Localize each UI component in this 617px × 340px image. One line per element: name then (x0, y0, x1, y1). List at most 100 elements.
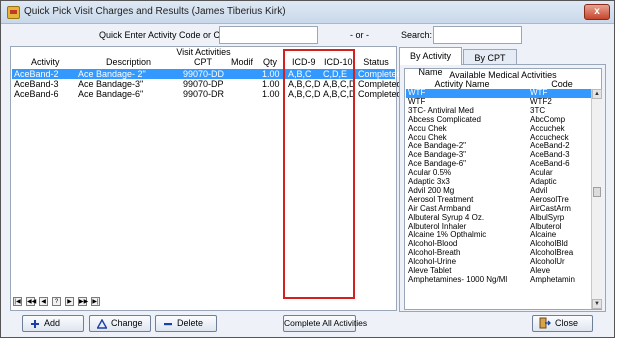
cell-cpt: 99070-DD (183, 69, 225, 79)
activity-list-panel: Available Medical Activities Activity Na… (399, 64, 606, 312)
cell-activity: AceBand-3 (14, 79, 59, 89)
activity-name: Aleve Tablet (408, 267, 452, 275)
quick-enter-label: Quick Enter Activity Code or CPT: (99, 30, 234, 40)
activity-list-scrollbar[interactable]: ▲ ▼ (591, 89, 602, 309)
activity-code: AbcComp (530, 115, 566, 124)
activity-code: Amphetamin (530, 275, 575, 284)
icd-columns-highlight (283, 49, 355, 299)
visit-grid-pager: |◀ ◀◀ ◀ ? ▶ ▶▶ ▶| (13, 297, 108, 307)
close-button[interactable]: Close (532, 315, 593, 332)
activity-code: AceBand-6 (530, 160, 570, 169)
activity-name: Ace Bandage-3" (408, 151, 466, 160)
scroll-down-arrow-icon[interactable]: ▼ (592, 299, 602, 309)
activity-name: Advil 200 Mg (408, 186, 455, 195)
activity-name: Ace Bandage-2" (408, 142, 466, 151)
list-item[interactable]: Albuterol Inhaler Albuterol (406, 223, 594, 232)
pager-next-page-button[interactable]: ▶▶ (78, 297, 88, 306)
activity-code: Accuchek (530, 124, 565, 133)
pager-last-button[interactable]: ▶| (91, 297, 100, 306)
activity-name: Albuterol Inhaler (408, 222, 467, 231)
scroll-up-arrow-icon[interactable]: ▲ (592, 89, 602, 99)
activity-code: Adaptic (530, 178, 557, 186)
cell-status: Completed (358, 69, 402, 79)
activity-code: AceBand-2 (530, 142, 570, 151)
list-item[interactable]: Accu Chek Accucheck (406, 134, 594, 143)
list-item[interactable]: Advil 200 Mg Advil (406, 187, 594, 196)
list-item[interactable]: Adaptic 3x3 Adaptic (406, 178, 594, 187)
activity-name: WTF (408, 89, 426, 97)
activity-name: 3TC- Antiviral Med (408, 106, 474, 115)
delete-button[interactable]: Delete (155, 315, 217, 332)
cell-qty: 1.00 (262, 79, 280, 89)
activity-name: Air Cast Armband (408, 204, 471, 213)
col-header-cpt[interactable]: CPT (194, 57, 212, 68)
pager-next-button[interactable]: ▶ (65, 297, 74, 306)
list-item[interactable]: Air Cast Armband AirCastArm (406, 205, 594, 214)
activity-code: AlbulSyrp (530, 213, 565, 222)
activity-name: Accu Chek (408, 124, 447, 133)
col-header-description[interactable]: Description (106, 57, 151, 68)
cell-description: Ace Bandage-6" (78, 89, 144, 99)
pager-first-button[interactable]: |◀ (13, 297, 22, 306)
pager-prev-button[interactable]: ◀ (39, 297, 48, 306)
medical-activities-list[interactable]: Available Medical Activities Activity Na… (404, 68, 602, 310)
cell-description: Ace Bandage- 2" (78, 69, 146, 79)
scroll-thumb[interactable] (593, 187, 601, 197)
quick-enter-input[interactable] (219, 26, 318, 44)
list-item[interactable]: Accu Chek Accuchek (406, 125, 594, 134)
list-item[interactable]: Alcohol-Breath AlcoholBrea (406, 249, 594, 258)
list-item[interactable]: Aleve Tablet Aleve (406, 267, 594, 276)
or-label: - or - (350, 30, 369, 40)
list-item[interactable]: Ace Bandage-6" AceBand-6 (406, 160, 594, 169)
list-item[interactable]: Alcohol-Urine AlcoholUr (406, 258, 594, 267)
list-item[interactable]: 3TC- Antiviral Med 3TC (406, 107, 594, 116)
triangle-icon (97, 319, 107, 329)
list-item[interactable]: Alcohol-Blood AlcoholBld (406, 240, 594, 249)
pager-help-button[interactable]: ? (52, 297, 61, 306)
list-item[interactable]: WTF WTF2 (406, 98, 594, 107)
minus-icon (164, 323, 172, 326)
activity-name: Alcohol-Blood (408, 240, 458, 249)
activity-code: 3TC (530, 106, 546, 115)
activity-name: Alcohol-Urine (408, 258, 457, 267)
list-item[interactable]: Amphetamines- 1000 Ng/Ml Amphetamin (406, 276, 594, 285)
activity-name: Amphetamines- 1000 Ng/Ml (408, 275, 508, 284)
list-item[interactable]: Acular 0.5% Acular (406, 169, 594, 178)
tab-by-activity-name[interactable]: By Activity Name (399, 47, 462, 77)
complete-all-activities-button[interactable]: Complete All Activities (283, 315, 367, 332)
list-item[interactable]: WTF WTF (406, 89, 594, 98)
col-header-activity[interactable]: Activity (31, 57, 60, 68)
list-item[interactable]: Albuteral Syrup 4 Oz. AlbulSyrp (406, 214, 594, 223)
col-header-status[interactable]: Status (363, 57, 389, 68)
activity-code: AirCastArm (530, 204, 571, 213)
activity-code: Accucheck (530, 133, 569, 142)
list-item[interactable]: Ace Bandage-3" AceBand-3 (406, 151, 594, 160)
activity-code: WTF (530, 89, 548, 97)
list-item[interactable]: Abcess Complicated AbcComp (406, 116, 594, 125)
window-close-button[interactable]: x (584, 4, 610, 20)
cell-status: Completed (358, 89, 402, 99)
activity-name: Accu Chek (408, 133, 447, 142)
activity-code: Aleve (530, 267, 551, 275)
list-item[interactable]: Alcaine 1% Opthalmic Alcaine (406, 231, 594, 240)
change-button[interactable]: Change (89, 315, 151, 332)
plus-icon (31, 320, 39, 328)
activity-code: AlcoholUr (530, 258, 565, 267)
add-button[interactable]: Add (22, 315, 84, 332)
search-input[interactable] (433, 26, 522, 44)
tab-by-cpt-code[interactable]: By CPT Code (463, 49, 517, 79)
activity-code: Acular (530, 169, 553, 178)
col-header-qty[interactable]: Qty (263, 57, 277, 68)
activity-code: AlcoholBrea (530, 249, 574, 258)
cell-qty: 1.00 (262, 89, 280, 99)
add-button-label: Add (44, 318, 61, 328)
activity-code: AceBand-3 (530, 151, 570, 160)
activity-code: AerosolTre (530, 195, 569, 204)
search-label: Search: (401, 30, 433, 40)
activity-code: AlcoholBld (530, 240, 568, 249)
list-item[interactable]: Aerosol Treatment AerosolTre (406, 196, 594, 205)
pager-prev-page-button[interactable]: ◀◀ (26, 297, 36, 306)
activity-name: Acular 0.5% (408, 169, 452, 178)
col-header-modif[interactable]: Modif (230, 57, 254, 68)
list-item[interactable]: Ace Bandage-2" AceBand-2 (406, 142, 594, 151)
